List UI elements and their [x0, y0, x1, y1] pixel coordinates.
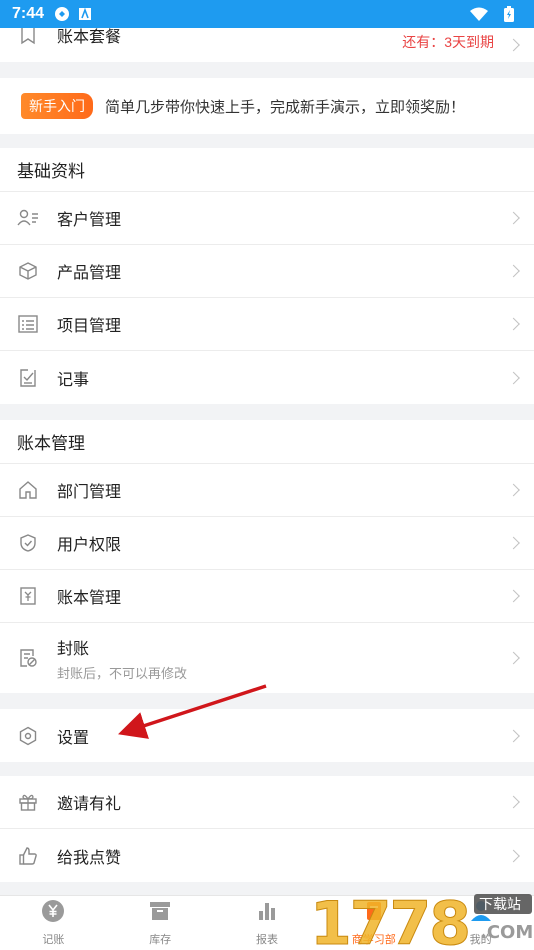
site-watermark: 1778 下载站 .COM — [310, 888, 534, 950]
bookmark-icon — [17, 28, 39, 46]
like-label: 给我点赞 — [57, 849, 122, 867]
status-bar: 7:44 — [0, 0, 534, 28]
basic-section: 基础资料 客户管理 产品管理 项目管理 记事 — [0, 148, 534, 404]
chevron-right-icon — [507, 317, 520, 331]
customer-row[interactable]: 客户管理 — [0, 192, 534, 245]
ledger-row[interactable]: 账本管理 — [0, 570, 534, 623]
department-label: 部门管理 — [57, 484, 122, 501]
tab-inventory[interactable]: 库存 — [107, 896, 214, 950]
note-row[interactable]: 记事 — [0, 351, 534, 404]
seal-sub: 封账后，不可以再修改 — [57, 665, 188, 681]
project-row[interactable]: 项目管理 — [0, 298, 534, 351]
section-title-account: 账本管理 — [0, 420, 534, 464]
permission-label: 用户权限 — [57, 537, 122, 554]
svg-text:1778: 1778 — [310, 889, 469, 950]
tab-bookkeeping[interactable]: 记账 — [0, 896, 107, 950]
settings-section: 设置 — [0, 709, 534, 762]
seal-icon — [17, 647, 39, 669]
account-section: 账本管理 部门管理 用户权限 账本管理 封账 封账后，不可以再修改 — [0, 420, 534, 693]
notification-a-icon — [78, 7, 92, 21]
product-label: 产品管理 — [57, 265, 122, 282]
invite-label: 邀请有礼 — [57, 796, 122, 813]
chevron-right-icon — [507, 536, 520, 550]
home-icon — [17, 479, 39, 501]
svg-text:下载站: 下载站 — [479, 897, 521, 913]
chevron-right-icon — [507, 371, 520, 384]
svg-text:.COM: .COM — [480, 922, 533, 943]
battery-icon — [504, 6, 514, 22]
chevron-right-icon — [507, 795, 520, 809]
invite-row[interactable]: 邀请有礼 — [0, 776, 534, 829]
inventory-icon — [148, 899, 172, 928]
project-icon — [17, 313, 39, 335]
yuan-icon — [41, 899, 65, 928]
gift-icon — [17, 791, 39, 813]
settings-icon — [17, 725, 39, 747]
watermark-logo: 1778 下载站 .COM — [310, 889, 534, 950]
status-time: 7:44 — [12, 5, 45, 22]
report-icon — [255, 899, 279, 928]
ledger-label: 账本管理 — [57, 590, 122, 607]
ledger-icon — [17, 585, 39, 607]
tab-label: 报表 — [255, 934, 278, 946]
customer-icon — [17, 207, 39, 229]
tab-report[interactable]: 报表 — [214, 896, 321, 950]
section-title-basic: 基础资料 — [0, 148, 534, 192]
chevron-right-icon — [507, 729, 520, 742]
newbie-banner[interactable]: 新手入门 简单几步带你快速上手，完成新手演示，立即领奖励！ — [0, 78, 534, 134]
chevron-right-icon — [507, 483, 520, 497]
product-row[interactable]: 产品管理 — [0, 245, 534, 298]
tab-label: 库存 — [149, 934, 172, 946]
product-icon — [17, 260, 39, 282]
note-label: 记事 — [57, 371, 90, 389]
package-section: 账本套餐 还有：3天到期 — [0, 28, 534, 62]
package-label: 账本套餐 — [57, 29, 122, 46]
newbie-badge: 新手入门 — [21, 93, 93, 119]
seal-label: 封账 — [57, 640, 90, 658]
chevron-right-icon — [507, 264, 520, 278]
customer-label: 客户管理 — [57, 212, 122, 229]
project-label: 项目管理 — [57, 318, 122, 335]
settings-label: 设置 — [57, 729, 90, 747]
chevron-right-icon — [507, 849, 520, 862]
banner-text: 简单几步带你快速上手，完成新手演示，立即领奖励！ — [105, 98, 466, 116]
tab-label: 记账 — [42, 934, 65, 946]
department-row[interactable]: 部门管理 — [0, 464, 534, 517]
chevron-right-icon — [507, 589, 520, 603]
like-row[interactable]: 给我点赞 — [0, 829, 534, 882]
thumbs-up-icon — [17, 845, 39, 867]
extra-section: 邀请有礼 给我点赞 — [0, 776, 534, 882]
wifi-icon — [470, 7, 488, 21]
seal-row[interactable]: 封账 封账后，不可以再修改 — [0, 623, 534, 693]
permission-row[interactable]: 用户权限 — [0, 517, 534, 570]
chevron-right-icon — [507, 651, 520, 665]
note-icon — [17, 367, 39, 389]
sync-icon — [54, 6, 70, 22]
expire-text: 还有：3天到期 — [402, 34, 494, 50]
chevron-right-icon — [507, 38, 520, 52]
chevron-right-icon — [507, 211, 520, 225]
settings-row[interactable]: 设置 — [0, 709, 534, 762]
shield-icon — [17, 532, 39, 554]
